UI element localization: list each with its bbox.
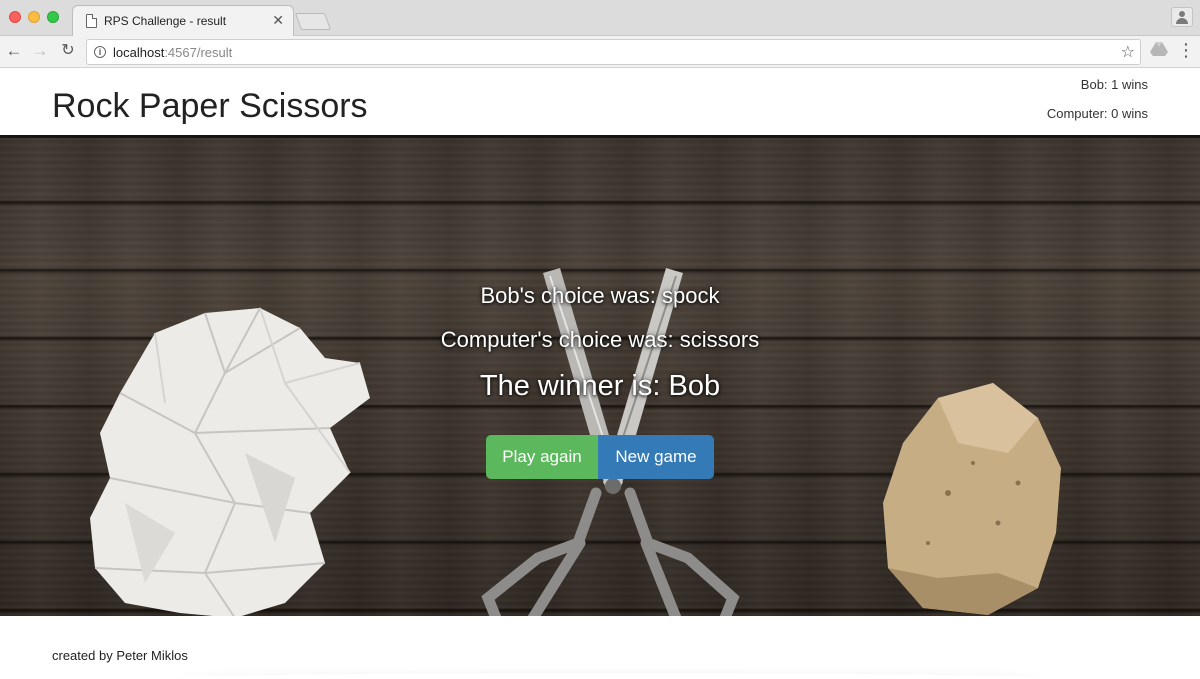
page-icon bbox=[86, 14, 97, 28]
rock-image bbox=[883, 383, 1061, 615]
bob-choice-text: Bob's choice was: spock bbox=[480, 283, 720, 308]
back-arrow-icon[interactable]: ← bbox=[3, 40, 25, 62]
result-hero: Bob's choice was: spock Computer's choic… bbox=[0, 135, 1200, 616]
browser-tab[interactable]: RPS Challenge - result ✕ bbox=[72, 5, 294, 37]
url-text: localhost:4567/result bbox=[113, 45, 232, 60]
address-bar[interactable]: i localhost:4567/result ☆ bbox=[86, 39, 1141, 65]
play-again-button[interactable]: Play again bbox=[486, 435, 598, 479]
more-menu-icon[interactable]: ⋮ bbox=[1177, 40, 1195, 60]
drive-extension-icon[interactable] bbox=[1150, 41, 1168, 57]
computer-choice-text: Computer's choice was: scissors bbox=[440, 327, 760, 352]
browser-tab-bar: RPS Challenge - result ✕ bbox=[0, 0, 1200, 37]
browser-toolbar: ← → ↻ i localhost:4567/result ☆ bbox=[0, 36, 1200, 68]
page-footer: created by Peter Miklos bbox=[0, 616, 1200, 679]
winner-text: The winner is: Bob bbox=[479, 370, 721, 402]
tab-title: RPS Challenge - result bbox=[104, 14, 227, 28]
forward-arrow-icon[interactable]: → bbox=[29, 40, 51, 62]
bob-score: Bob: 1 wins bbox=[1080, 77, 1148, 92]
close-window-icon[interactable] bbox=[9, 11, 21, 23]
close-tab-icon[interactable]: ✕ bbox=[272, 12, 284, 29]
maximize-window-icon[interactable] bbox=[47, 11, 59, 23]
url-path: :4567/result bbox=[164, 45, 233, 60]
action-button-group: Play again New game bbox=[486, 435, 714, 479]
reload-icon[interactable]: ↻ bbox=[57, 40, 79, 62]
minimize-window-icon[interactable] bbox=[28, 11, 40, 23]
info-icon[interactable]: i bbox=[94, 46, 106, 58]
profile-icon[interactable] bbox=[1171, 7, 1193, 27]
footer-shadow bbox=[180, 673, 1040, 679]
new-tab-button[interactable] bbox=[294, 13, 332, 30]
computer-score: Computer: 0 wins bbox=[1046, 106, 1148, 121]
page-title: Rock Paper Scissors bbox=[52, 87, 368, 125]
bookmark-star-icon[interactable]: ☆ bbox=[1121, 42, 1135, 62]
new-game-button[interactable]: New game bbox=[598, 435, 714, 479]
page-header: Rock Paper Scissors Bob: 1 wins Computer… bbox=[0, 69, 1200, 135]
footer-credit: created by Peter Miklos bbox=[52, 648, 188, 663]
url-host: localhost bbox=[113, 45, 165, 60]
